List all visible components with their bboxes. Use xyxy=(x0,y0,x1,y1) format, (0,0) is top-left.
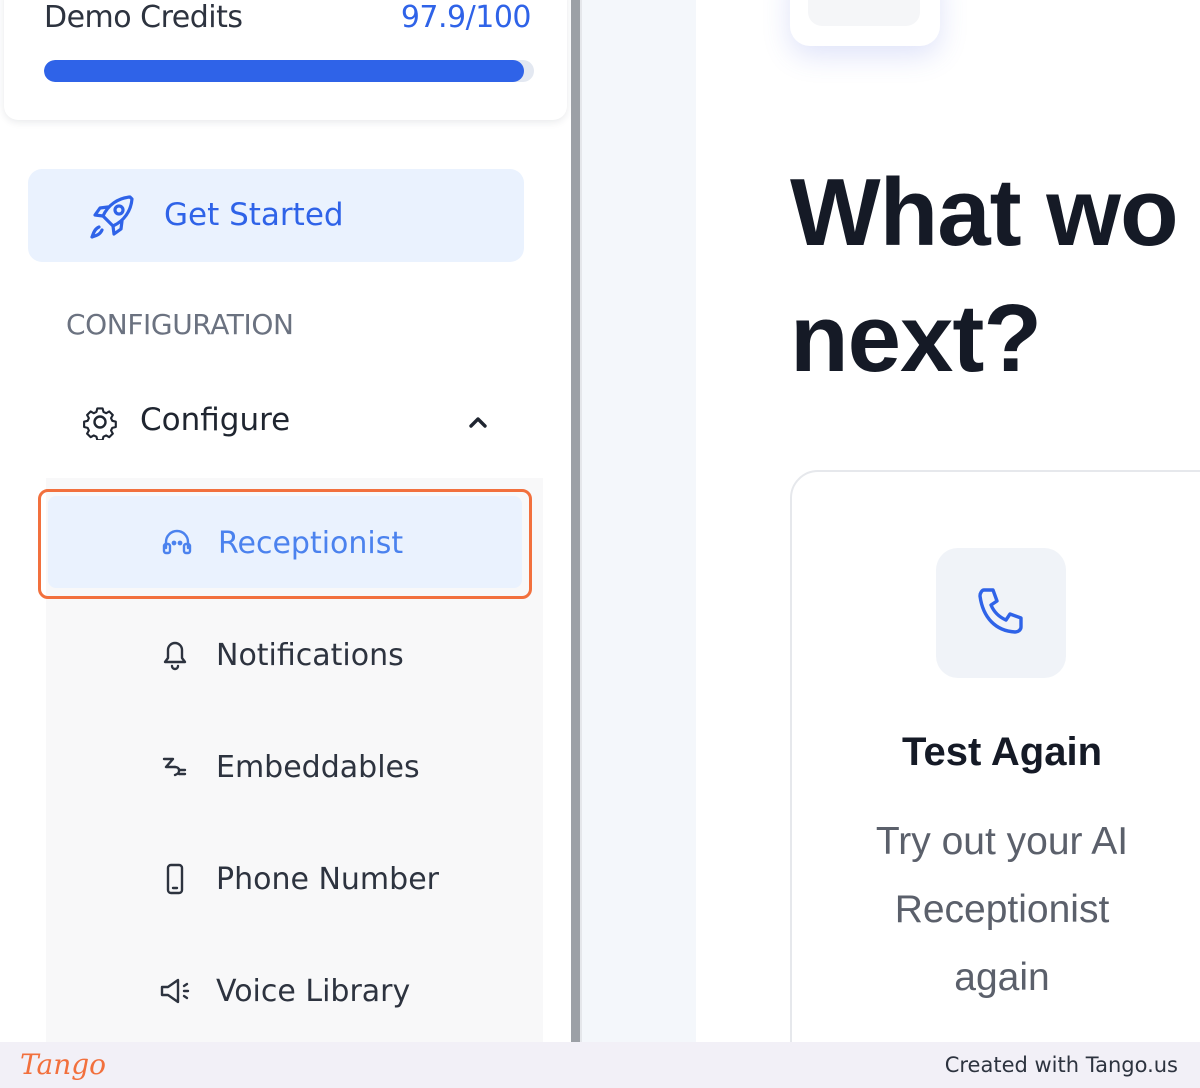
tango-logo: Tango xyxy=(20,1048,107,1081)
submenu-item-embeddables[interactable]: Embeddables xyxy=(46,720,543,816)
top-card-icon-box xyxy=(808,0,920,26)
main-content: What wo next? Test Again Try out your AI… xyxy=(696,0,1200,1042)
submenu-item-phone-number[interactable]: Phone Number xyxy=(46,832,543,928)
smartphone-icon xyxy=(166,863,184,895)
submenu-item-label: Phone Number xyxy=(216,862,439,897)
submenu-item-label: Voice Library xyxy=(216,974,411,1009)
speaker-icon xyxy=(160,978,190,1004)
phone-icon-box xyxy=(936,548,1066,678)
test-again-card[interactable]: Test Again Try out your AI Receptionist … xyxy=(790,470,1200,1042)
tango-footer: Tango Created with Tango.us xyxy=(0,1042,1200,1088)
configuration-heading: CONFIGURATION xyxy=(66,308,294,341)
credits-progress-fill xyxy=(44,60,524,82)
test-again-title: Test Again xyxy=(901,730,1103,774)
credits-value: 97.9/100 xyxy=(400,0,532,35)
submenu-item-label: Receptionist xyxy=(218,526,404,561)
configure-label: Configure xyxy=(140,402,291,438)
get-started-button[interactable]: Get Started xyxy=(28,169,524,262)
bell-icon xyxy=(163,641,187,671)
credits-label: Demo Credits xyxy=(44,0,243,35)
submenu-item-receptionist[interactable]: Receptionist xyxy=(48,496,522,588)
page-heading: What wo next? xyxy=(790,159,1179,392)
sidebar-divider[interactable] xyxy=(571,0,582,1042)
demo-credits-card: Demo Credits 97.9/100 xyxy=(4,0,567,120)
configure-submenu: Receptionist Notifications Embeddables P… xyxy=(46,478,543,1042)
sidebar: Demo Credits 97.9/100 Get Started CONFIG… xyxy=(0,0,571,1042)
rocket-icon xyxy=(90,195,134,239)
submenu-item-label: Embeddables xyxy=(216,750,420,785)
main-gutter xyxy=(582,0,696,1042)
headset-icon xyxy=(162,529,192,555)
phone-icon xyxy=(978,588,1023,634)
get-started-label: Get Started xyxy=(164,197,344,233)
created-with-tango-text: Created with Tango.us xyxy=(944,1053,1178,1077)
submenu-item-notifications[interactable]: Notifications xyxy=(46,608,543,704)
chevron-up-icon xyxy=(469,417,487,428)
top-card xyxy=(790,0,940,46)
submenu-item-label: Notifications xyxy=(216,638,404,673)
credits-progress-bar xyxy=(44,60,534,82)
gear-icon xyxy=(83,407,117,440)
test-again-description: Try out your AI Receptionist again xyxy=(875,820,1129,999)
configure-menu-toggle[interactable]: Configure xyxy=(60,380,530,464)
plug-icon xyxy=(162,757,187,777)
submenu-item-voice-library[interactable]: Voice Library xyxy=(46,944,543,1040)
